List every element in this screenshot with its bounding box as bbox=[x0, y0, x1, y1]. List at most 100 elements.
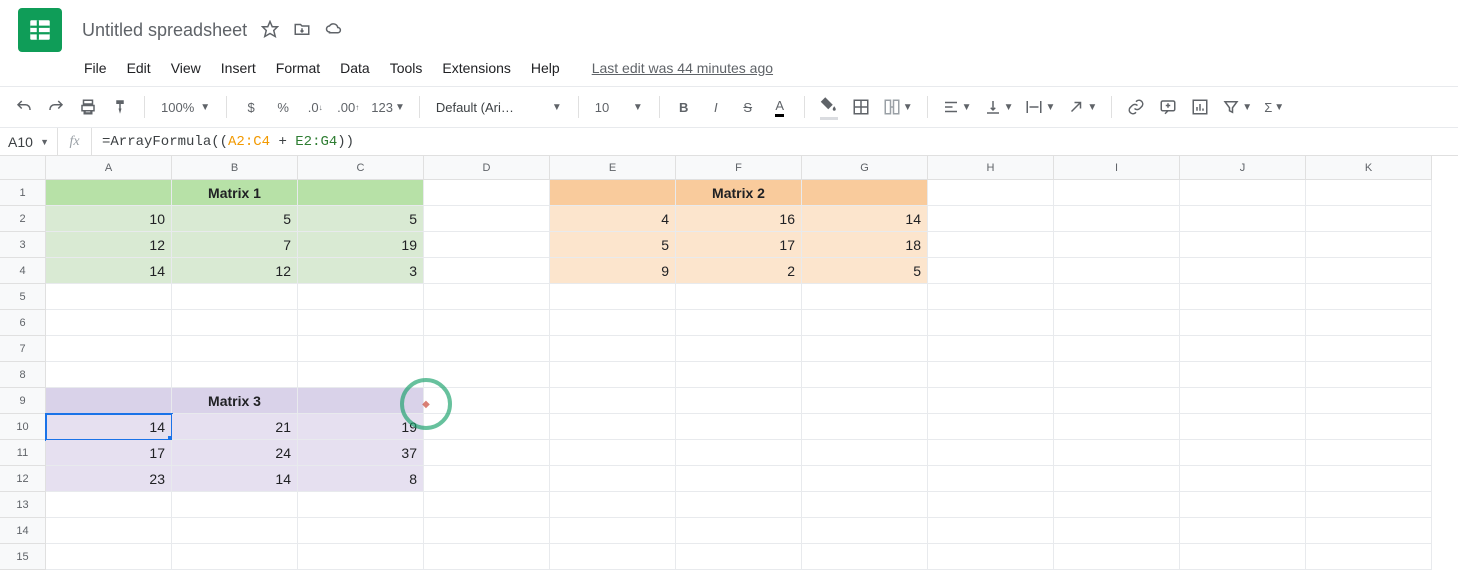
spreadsheet-grid[interactable]: A B C D E F G H I J K 1 Matrix 1 Matrix … bbox=[0, 156, 1458, 570]
col-header[interactable]: F bbox=[676, 156, 802, 180]
cell[interactable]: 21 bbox=[172, 414, 298, 440]
cell[interactable] bbox=[1054, 440, 1180, 466]
cell[interactable]: 5 bbox=[802, 258, 928, 284]
fill-color-button[interactable] bbox=[815, 93, 843, 121]
cell[interactable] bbox=[802, 388, 928, 414]
cell[interactable] bbox=[1054, 492, 1180, 518]
cell[interactable] bbox=[928, 180, 1054, 206]
cell[interactable] bbox=[1180, 466, 1306, 492]
cell[interactable] bbox=[1054, 284, 1180, 310]
cell[interactable]: 8 bbox=[298, 466, 424, 492]
cell[interactable] bbox=[298, 388, 424, 414]
cell[interactable] bbox=[676, 440, 802, 466]
cell[interactable] bbox=[424, 258, 550, 284]
cell[interactable] bbox=[1054, 206, 1180, 232]
col-header[interactable]: K bbox=[1306, 156, 1432, 180]
cell[interactable] bbox=[676, 518, 802, 544]
cell[interactable] bbox=[802, 284, 928, 310]
cell[interactable] bbox=[802, 492, 928, 518]
cell[interactable] bbox=[1180, 206, 1306, 232]
cell[interactable] bbox=[1306, 440, 1432, 466]
cell[interactable] bbox=[1054, 388, 1180, 414]
cell[interactable] bbox=[298, 518, 424, 544]
cell[interactable]: 19 bbox=[298, 414, 424, 440]
zoom-select[interactable]: 100%▼ bbox=[155, 93, 216, 121]
menu-extensions[interactable]: Extensions bbox=[434, 56, 518, 80]
cell[interactable] bbox=[1180, 336, 1306, 362]
matrix1-label[interactable]: Matrix 1 bbox=[172, 180, 298, 206]
cell[interactable] bbox=[46, 518, 172, 544]
col-header[interactable]: D bbox=[424, 156, 550, 180]
menu-insert[interactable]: Insert bbox=[213, 56, 264, 80]
cell[interactable] bbox=[424, 310, 550, 336]
menu-data[interactable]: Data bbox=[332, 56, 378, 80]
cell[interactable] bbox=[928, 336, 1054, 362]
cell[interactable] bbox=[928, 232, 1054, 258]
last-edit-link[interactable]: Last edit was 44 minutes ago bbox=[592, 60, 773, 76]
cell[interactable] bbox=[1054, 336, 1180, 362]
cell[interactable] bbox=[298, 362, 424, 388]
cell[interactable] bbox=[550, 440, 676, 466]
document-title[interactable]: Untitled spreadsheet bbox=[76, 16, 253, 45]
cell[interactable] bbox=[424, 206, 550, 232]
cell[interactable] bbox=[928, 518, 1054, 544]
cell[interactable] bbox=[550, 284, 676, 310]
cell[interactable] bbox=[1054, 362, 1180, 388]
cell[interactable] bbox=[550, 414, 676, 440]
cell[interactable] bbox=[550, 388, 676, 414]
col-header[interactable]: I bbox=[1054, 156, 1180, 180]
cell[interactable] bbox=[424, 232, 550, 258]
cell[interactable] bbox=[46, 388, 172, 414]
col-header[interactable]: A bbox=[46, 156, 172, 180]
text-rotation-button[interactable]: ▼ bbox=[1063, 93, 1101, 121]
insert-comment-button[interactable] bbox=[1154, 93, 1182, 121]
cell[interactable]: 4 bbox=[550, 206, 676, 232]
cell[interactable] bbox=[802, 544, 928, 570]
col-header[interactable]: H bbox=[928, 156, 1054, 180]
cell[interactable]: 23 bbox=[46, 466, 172, 492]
cell[interactable]: 19 bbox=[298, 232, 424, 258]
row-header[interactable]: 4 bbox=[0, 258, 46, 284]
cell[interactable] bbox=[550, 180, 676, 206]
cell[interactable] bbox=[1180, 414, 1306, 440]
cell[interactable] bbox=[298, 284, 424, 310]
cell[interactable] bbox=[424, 336, 550, 362]
cell[interactable] bbox=[1306, 284, 1432, 310]
cell[interactable] bbox=[172, 544, 298, 570]
cell[interactable] bbox=[928, 414, 1054, 440]
cell[interactable] bbox=[424, 544, 550, 570]
cell[interactable] bbox=[424, 440, 550, 466]
row-header[interactable]: 12 bbox=[0, 466, 46, 492]
cell[interactable]: 14 bbox=[172, 466, 298, 492]
cell[interactable] bbox=[676, 466, 802, 492]
cell[interactable] bbox=[802, 336, 928, 362]
cell[interactable]: 14 bbox=[802, 206, 928, 232]
format-percent-button[interactable]: % bbox=[269, 93, 297, 121]
col-header[interactable]: G bbox=[802, 156, 928, 180]
cell[interactable] bbox=[46, 544, 172, 570]
col-header[interactable]: E bbox=[550, 156, 676, 180]
cell[interactable] bbox=[928, 258, 1054, 284]
row-header[interactable]: 13 bbox=[0, 492, 46, 518]
cell[interactable] bbox=[172, 310, 298, 336]
cell[interactable] bbox=[676, 284, 802, 310]
cell[interactable] bbox=[802, 466, 928, 492]
cell[interactable] bbox=[1180, 440, 1306, 466]
increase-decimal-button[interactable]: .00↑ bbox=[333, 93, 363, 121]
bold-button[interactable]: B bbox=[670, 93, 698, 121]
cell-selected[interactable]: 14 bbox=[46, 414, 172, 440]
star-icon[interactable] bbox=[261, 20, 279, 41]
cell[interactable] bbox=[550, 544, 676, 570]
cloud-status-icon[interactable] bbox=[325, 20, 343, 41]
cell[interactable] bbox=[676, 362, 802, 388]
cell[interactable] bbox=[928, 388, 1054, 414]
print-button[interactable] bbox=[74, 93, 102, 121]
cell[interactable] bbox=[172, 518, 298, 544]
menu-format[interactable]: Format bbox=[268, 56, 328, 80]
cell[interactable] bbox=[1306, 466, 1432, 492]
cell[interactable] bbox=[172, 492, 298, 518]
vertical-align-button[interactable]: ▼ bbox=[980, 93, 1018, 121]
cell[interactable] bbox=[298, 544, 424, 570]
cell[interactable]: 16 bbox=[676, 206, 802, 232]
cell[interactable] bbox=[1054, 466, 1180, 492]
